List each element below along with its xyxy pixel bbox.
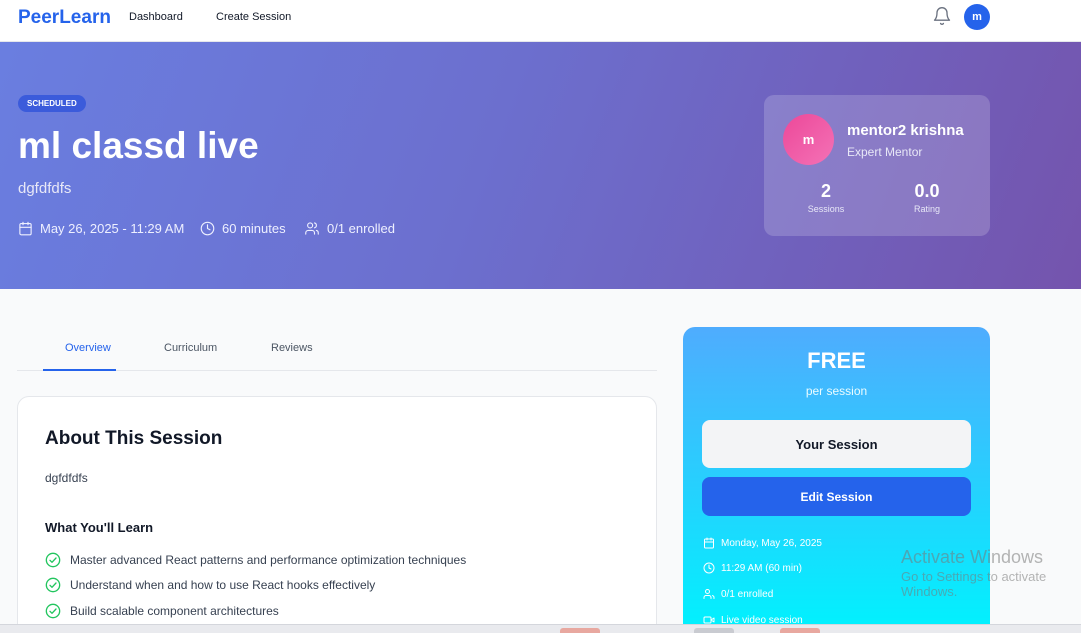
clock-icon xyxy=(703,562,715,574)
learn-item: Build scalable component architectures xyxy=(45,603,279,619)
pricing-detail-text: Monday, May 26, 2025 xyxy=(721,537,822,549)
about-title: About This Session xyxy=(45,428,223,449)
watermark-line-1: Activate Windows xyxy=(901,547,1044,567)
learn-item: Master advanced React patterns and perfo… xyxy=(45,552,466,568)
session-hero: SCHEDULED ml classd live dgfdfdfs May 26… xyxy=(0,42,1081,289)
calendar-icon xyxy=(19,221,32,236)
pricing-detail-time: 11:29 AM (60 min) xyxy=(703,562,802,574)
nav-link-dashboard[interactable]: Dashboard xyxy=(129,11,183,23)
os-taskbar xyxy=(0,624,1081,633)
nav-link-create-session[interactable]: Create Session xyxy=(216,11,291,23)
brand-logo[interactable]: PeerLearn xyxy=(18,7,111,29)
session-enrolled-text: 0/1 enrolled xyxy=(327,221,395,236)
top-nav: PeerLearn Dashboard Create Session m xyxy=(0,0,1081,42)
your-session-button[interactable]: Your Session xyxy=(702,420,971,468)
learn-item-text: Build scalable component architectures xyxy=(70,604,279,618)
pricing-detail-text: 11:29 AM (60 min) xyxy=(721,562,802,574)
mentor-name: mentor2 krishna xyxy=(847,122,964,139)
session-duration: 60 minutes xyxy=(200,221,286,236)
check-circle-icon xyxy=(45,603,61,619)
active-tab-indicator xyxy=(43,369,116,371)
bell-icon[interactable] xyxy=(932,6,952,26)
learn-title: What You'll Learn xyxy=(45,520,154,535)
mentor-stat-sessions: 2 Sessions xyxy=(796,181,856,214)
mentor-avatar: m xyxy=(783,114,834,165)
edit-session-button[interactable]: Edit Session xyxy=(702,477,971,516)
session-enrolled: 0/1 enrolled xyxy=(304,221,395,236)
stat-label: Sessions xyxy=(807,204,845,214)
mentor-role: Expert Mentor xyxy=(847,145,923,159)
learn-item-text: Master advanced React patterns and perfo… xyxy=(70,553,467,567)
tab-overview[interactable]: Overview xyxy=(65,342,111,354)
calendar-icon xyxy=(704,537,714,549)
clock-icon xyxy=(200,221,215,236)
status-badge: SCHEDULED xyxy=(18,95,86,112)
mentor-stat-rating: 0.0 Rating xyxy=(897,181,957,214)
check-circle-icon xyxy=(45,577,61,593)
stat-label: Rating xyxy=(913,204,940,214)
stat-value: 0.0 xyxy=(914,181,940,201)
pricing-detail-text: 0/1 enrolled xyxy=(721,588,774,600)
watermark-line-2: Go to Settings to activate Windows. xyxy=(901,569,1047,599)
taskbar-app-icon[interactable] xyxy=(560,628,600,633)
learn-item: Understand when and how to use React hoo… xyxy=(45,577,375,593)
taskbar-app-icon[interactable] xyxy=(694,628,734,633)
learn-item-text: Understand when and how to use React hoo… xyxy=(70,578,376,592)
session-duration-text: 60 minutes xyxy=(222,221,286,236)
session-date: May 26, 2025 - 11:29 AM xyxy=(18,221,184,236)
mentor-card: m mentor2 krishna Expert Mentor 2 Sessio… xyxy=(764,95,990,236)
users-icon xyxy=(305,222,319,235)
check-circle-icon xyxy=(45,552,61,568)
session-title: ml classd live xyxy=(18,125,259,166)
taskbar-app-icon[interactable] xyxy=(780,628,820,633)
price-period: per session xyxy=(805,384,868,398)
activate-windows-watermark: Activate Windows Go to Settings to activ… xyxy=(901,547,1081,599)
user-avatar[interactable]: m xyxy=(964,4,990,30)
stat-value: 2 xyxy=(820,181,831,201)
tab-curriculum[interactable]: Curriculum xyxy=(164,342,217,354)
content-tabs: Overview Curriculum Reviews xyxy=(17,327,657,371)
session-subtitle: dgfdfdfs xyxy=(18,180,72,197)
pricing-detail-date: Monday, May 26, 2025 xyxy=(703,537,822,549)
session-date-text: May 26, 2025 - 11:29 AM xyxy=(40,221,185,236)
users-icon xyxy=(703,589,715,599)
about-card: About This Session dgfdfdfs What You'll … xyxy=(17,396,657,633)
tab-reviews[interactable]: Reviews xyxy=(271,342,313,354)
price-label: FREE xyxy=(807,348,866,373)
pricing-detail-enrolled: 0/1 enrolled xyxy=(703,588,773,600)
about-description: dgfdfdfs xyxy=(45,471,88,485)
